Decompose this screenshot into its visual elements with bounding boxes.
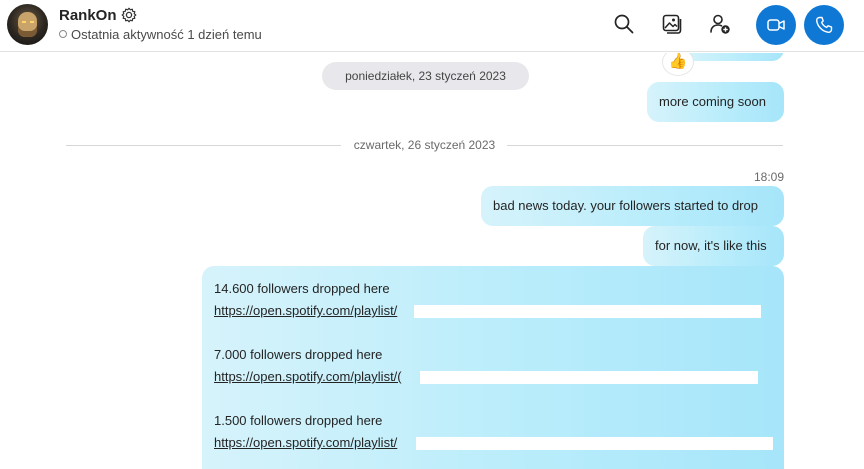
redaction-box bbox=[414, 305, 761, 318]
drop-link-row: https://open.spotify.com/playlist/( bbox=[214, 366, 772, 388]
playlist-link[interactable]: https://open.spotify.com/playlist/ bbox=[214, 435, 397, 450]
search-icon[interactable] bbox=[612, 12, 636, 36]
message-bubble[interactable]: bad news today. your followers started t… bbox=[481, 186, 784, 226]
date-divider: czwartek, 26 styczeń 2023 bbox=[66, 137, 783, 153]
message-text: more coming soon bbox=[659, 94, 766, 109]
message-bubble[interactable]: more coming soon bbox=[647, 82, 784, 122]
message-bubble-previous[interactable] bbox=[682, 53, 784, 61]
message-text: for now, it's like this bbox=[655, 238, 767, 253]
gallery-icon[interactable] bbox=[660, 12, 684, 36]
drop-text: 1.500 followers dropped here bbox=[214, 413, 383, 428]
video-call-button[interactable] bbox=[756, 5, 796, 45]
last-active-status: Ostatnia aktywność 1 dzień temu bbox=[71, 27, 262, 42]
status-dot-icon bbox=[59, 30, 67, 38]
gear-icon[interactable] bbox=[121, 7, 137, 23]
playlist-link[interactable]: https://open.spotify.com/playlist/ bbox=[214, 303, 397, 318]
contact-name[interactable]: RankOn bbox=[59, 7, 117, 24]
playlist-link[interactable]: https://open.spotify.com/playlist/( bbox=[214, 369, 402, 384]
message-timestamp: 18:09 bbox=[753, 170, 784, 184]
message-thread[interactable]: 👍 poniedziałek, 23 styczeń 2023 more com… bbox=[0, 53, 864, 469]
reaction-emoji: 👍 bbox=[668, 53, 688, 70]
chat-header: RankOn Ostatnia aktywność 1 dzień temu bbox=[0, 0, 864, 52]
audio-call-button[interactable] bbox=[804, 5, 844, 45]
avatar-eye-left bbox=[22, 21, 26, 23]
message-bubble[interactable]: for now, it's like this bbox=[643, 226, 784, 266]
avatar[interactable] bbox=[7, 4, 48, 45]
video-call-icon bbox=[767, 19, 785, 31]
avatar-eye-right bbox=[30, 21, 34, 23]
drop-text: 7.000 followers dropped here bbox=[214, 347, 383, 362]
like-reaction-icon[interactable]: 👍 bbox=[662, 53, 694, 76]
date-divider-label: czwartek, 26 styczeń 2023 bbox=[353, 138, 496, 152]
message-bubble-drops[interactable]: 14.600 followers dropped here https://op… bbox=[202, 266, 784, 469]
drop-link-row: https://open.spotify.com/playlist/ bbox=[214, 300, 772, 322]
redaction-box bbox=[416, 437, 773, 450]
phone-call-icon bbox=[815, 16, 833, 34]
message-text: bad news today. your followers started t… bbox=[493, 198, 758, 213]
avatar-face bbox=[18, 12, 37, 37]
add-person-icon[interactable] bbox=[708, 12, 732, 36]
drop-link-row: https://open.spotify.com/playlist/ bbox=[214, 432, 773, 454]
drop-text: 14.600 followers dropped here bbox=[214, 281, 390, 296]
date-separator-pill: poniedziałek, 23 styczeń 2023 bbox=[322, 62, 529, 90]
redaction-box bbox=[420, 371, 758, 384]
